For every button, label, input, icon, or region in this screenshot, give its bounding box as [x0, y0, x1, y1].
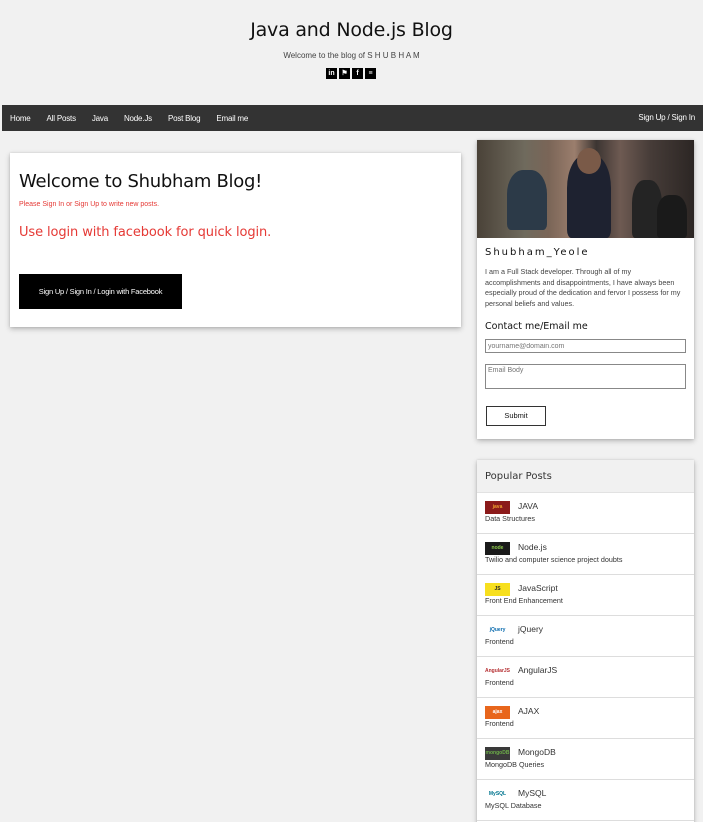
post-thumbnail: ajax: [485, 706, 510, 719]
post-title[interactable]: Node.js: [518, 542, 547, 552]
nav-sign-in[interactable]: Sign Up / Sign In: [638, 105, 695, 131]
post-subtitle: MongoDB Queries: [485, 760, 545, 769]
post-thumbnail: AngularJS: [485, 665, 510, 678]
welcome-card: Welcome to Shubham Blog! Please Sign In …: [10, 153, 461, 327]
post-title[interactable]: MongoDB: [518, 747, 556, 757]
site-title: Java and Node.js Blog: [250, 19, 453, 41]
nav-java[interactable]: Java: [84, 114, 116, 123]
site-header: Java and Node.js Blog Welcome to the blo…: [0, 0, 703, 105]
github-icon[interactable]: ⚑: [339, 68, 350, 79]
list-item[interactable]: JS JavaScript Front End Enhancement: [477, 575, 694, 616]
post-subtitle: Frontend: [485, 678, 514, 687]
linkedin-icon[interactable]: in: [326, 68, 337, 79]
list-item[interactable]: node Node.js Twilio and computer science p…: [477, 534, 694, 575]
post-title[interactable]: AngularJS: [518, 665, 557, 675]
post-thumbnail: JS: [485, 583, 510, 596]
post-thumbnail: java: [485, 501, 510, 514]
main-navbar: Home All Posts Java Node.Js Post Blog Em…: [2, 105, 703, 131]
list-item[interactable]: MySQL MySQL MySQL Database: [477, 780, 694, 821]
post-title[interactable]: JavaScript: [518, 583, 558, 593]
facebook-icon[interactable]: f: [352, 68, 363, 79]
nav-post-blog[interactable]: Post Blog: [160, 114, 208, 123]
profile-bio: I am a Full Stack developer. Through all…: [485, 267, 681, 308]
post-subtitle: MySQL Database: [485, 801, 542, 810]
list-item[interactable]: jQuery jQuery Frontend: [477, 616, 694, 657]
post-thumbnail: MySQL: [485, 788, 510, 801]
post-subtitle: Frontend: [485, 637, 514, 646]
popular-posts-list: java JAVA Data Structures node Node.js Twilio…: [477, 493, 694, 821]
list-item[interactable]: AngularJS AngularJS Frontend: [477, 657, 694, 698]
email-body-field[interactable]: [485, 364, 686, 389]
popular-posts-title: Popular Posts: [477, 460, 694, 493]
submit-button[interactable]: Submit: [486, 406, 546, 426]
popular-posts-card: Popular Posts java JAVA Data Structures nod…: [477, 460, 694, 822]
list-item[interactable]: ajax AJAX Frontend: [477, 698, 694, 739]
welcome-title: Welcome to Shubham Blog!: [19, 171, 263, 192]
post-subtitle: Front End Enhancement: [485, 596, 563, 605]
post-title[interactable]: MySQL: [518, 788, 546, 798]
post-title[interactable]: AJAX: [518, 706, 539, 716]
site-subtitle: Welcome to the blog of S H U B H A M: [283, 51, 420, 60]
contact-title: Contact me/Email me: [485, 321, 588, 332]
email-field[interactable]: [485, 339, 686, 353]
post-thumbnail: jQuery: [485, 624, 510, 637]
nav-email-me[interactable]: Email me: [208, 114, 256, 123]
facebook-hint: Use login with facebook for quick login.: [19, 225, 272, 240]
list-item[interactable]: mongoDB MongoDB MongoDB Queries: [477, 739, 694, 780]
post-title[interactable]: JAVA: [518, 501, 538, 511]
post-thumbnail: mongoDB: [485, 747, 510, 760]
stackoverflow-icon[interactable]: ≡: [365, 68, 376, 79]
post-subtitle: Twilio and computer science project doub…: [485, 555, 623, 564]
profile-photo: [477, 140, 694, 238]
post-thumbnail: node: [485, 542, 510, 555]
signup-facebook-button[interactable]: Sign Up / Sign In / Login with Facebook: [19, 274, 182, 309]
social-links: in ⚑ f ≡: [326, 68, 376, 79]
nav-home[interactable]: Home: [2, 114, 39, 123]
nav-all-posts[interactable]: All Posts: [39, 114, 84, 123]
profile-name: Shubham_Yeole: [485, 247, 590, 258]
post-subtitle: Frontend: [485, 719, 514, 728]
post-title[interactable]: jQuery: [518, 624, 543, 634]
nav-nodejs[interactable]: Node.Js: [116, 114, 160, 123]
welcome-note: Please Sign In or Sign Up to write new p…: [19, 201, 160, 208]
list-item[interactable]: java JAVA Data Structures: [477, 493, 694, 534]
profile-card: Shubham_Yeole I am a Full Stack develope…: [477, 140, 694, 439]
post-subtitle: Data Structures: [485, 514, 535, 523]
